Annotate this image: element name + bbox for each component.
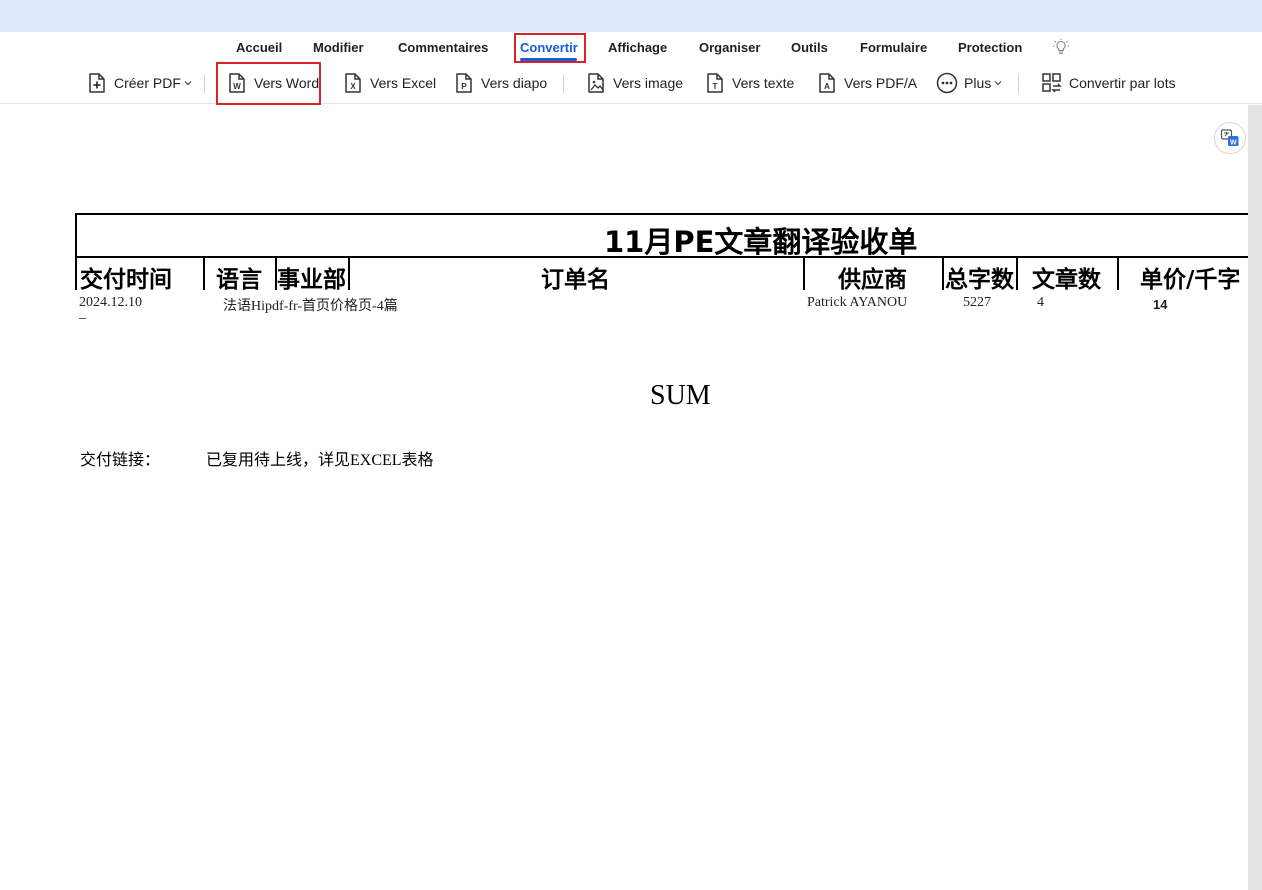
header-language: 语言 <box>216 267 262 293</box>
to-excel-label: Vers Excel <box>370 75 437 91</box>
create-pdf-label: Créer PDF <box>114 75 181 91</box>
to-pdfa-label: Vers PDF/A <box>844 75 918 91</box>
excel-file-icon: X <box>345 73 361 93</box>
header-order-name: 订单名 <box>541 267 610 293</box>
to-text-label: Vers texte <box>732 75 795 91</box>
more-label: Plus <box>964 75 992 91</box>
header-unit-price: 单价/千字 <box>1140 267 1241 293</box>
to-image-label: Vers image <box>613 75 684 91</box>
tab-formulaire[interactable]: Formulaire <box>860 40 927 55</box>
batch-convert-label: Convertir par lots <box>1069 75 1176 91</box>
to-excel-button[interactable]: X Vers Excel <box>342 70 436 96</box>
svg-text:P: P <box>461 82 467 91</box>
svg-text:A: A <box>824 82 830 91</box>
table-col-divider <box>348 257 350 290</box>
create-pdf-button[interactable]: Créer PDF <box>86 70 192 96</box>
batch-convert-icon <box>1042 73 1062 93</box>
toolbar-divider <box>1018 74 1019 94</box>
svg-text:W: W <box>1230 139 1237 146</box>
to-text-button[interactable]: T Vers texte <box>704 70 794 96</box>
translate-button[interactable]: W <box>1214 122 1246 154</box>
table-col-divider <box>942 257 944 290</box>
translate-word-icon: W <box>1220 129 1239 146</box>
delivery-link-label: 交付链接： <box>80 452 161 469</box>
convert-toolbar: Créer PDF W Vers Word X Vers Excel P Ver… <box>0 62 1262 105</box>
header-supplier: 供应商 <box>838 267 907 293</box>
title-bar <box>0 0 1262 32</box>
to-slides-button[interactable]: P Vers diapo <box>453 70 547 96</box>
ppt-file-icon: P <box>456 73 472 93</box>
batch-convert-button[interactable]: Convertir par lots <box>1041 70 1176 96</box>
table-col-divider <box>203 257 205 290</box>
chevron-down-icon <box>184 81 192 86</box>
cell-total-words: 5227 <box>963 295 991 310</box>
file-plus-icon <box>89 73 105 93</box>
cell-date: 2024.12.10 <box>79 295 142 310</box>
table-col-divider <box>803 257 805 290</box>
tab-modifier[interactable]: Modifier <box>313 40 364 55</box>
cell-unit-price: 14 <box>1153 297 1168 312</box>
text-file-icon: T <box>707 73 723 93</box>
cell-language-order: 法语Hipdf-fr-首页价格页-4篇 <box>223 299 398 314</box>
ribbon-tabs: Accueil Modifier Commentaires Convertir … <box>0 32 1262 64</box>
svg-text:T: T <box>713 82 718 91</box>
cell-article-count: 4 <box>1037 295 1044 310</box>
table-border-left <box>75 213 77 290</box>
lightbulb-icon[interactable] <box>1052 38 1070 56</box>
chevron-down-icon <box>994 81 1002 86</box>
highlight-box-convertir <box>514 33 586 63</box>
delivery-link-value: 已复用待上线，详见EXCEL表格 <box>206 452 434 469</box>
tab-organiser[interactable]: Organiser <box>699 40 760 55</box>
vertical-scrollbar[interactable] <box>1248 105 1262 890</box>
tab-commentaires[interactable]: Commentaires <box>398 40 488 55</box>
cell-date-mark <box>79 318 86 319</box>
svg-text:X: X <box>350 82 356 91</box>
table-border-top <box>75 213 1248 215</box>
more-dots-icon <box>936 72 958 94</box>
cell-supplier: Patrick AYANOU <box>807 295 908 310</box>
toolbar-divider <box>204 74 205 94</box>
document-title: 11月PE文章翻译验收单 <box>604 225 918 259</box>
pdfa-file-icon: A <box>819 73 835 93</box>
to-image-button[interactable]: Vers image <box>585 70 683 96</box>
table-col-divider <box>1117 257 1119 290</box>
header-total-words: 总字数 <box>945 267 1014 293</box>
table-col-divider <box>1016 257 1018 290</box>
toolbar-divider <box>563 74 564 94</box>
to-pdfa-button[interactable]: A Vers PDF/A <box>816 70 917 96</box>
image-file-icon <box>588 73 604 93</box>
tab-outils[interactable]: Outils <box>791 40 828 55</box>
to-slides-label: Vers diapo <box>481 75 548 91</box>
highlight-box-to-word <box>216 62 321 105</box>
sum-label: SUM <box>650 380 711 411</box>
tab-accueil[interactable]: Accueil <box>236 40 282 55</box>
header-business-unit: 事业部 <box>277 267 346 293</box>
header-article-count: 文章数 <box>1032 267 1101 293</box>
tab-affichage[interactable]: Affichage <box>608 40 667 55</box>
more-button[interactable]: Plus <box>936 70 1002 96</box>
header-delivery-time: 交付时间 <box>80 267 172 293</box>
tab-protection[interactable]: Protection <box>958 40 1022 55</box>
